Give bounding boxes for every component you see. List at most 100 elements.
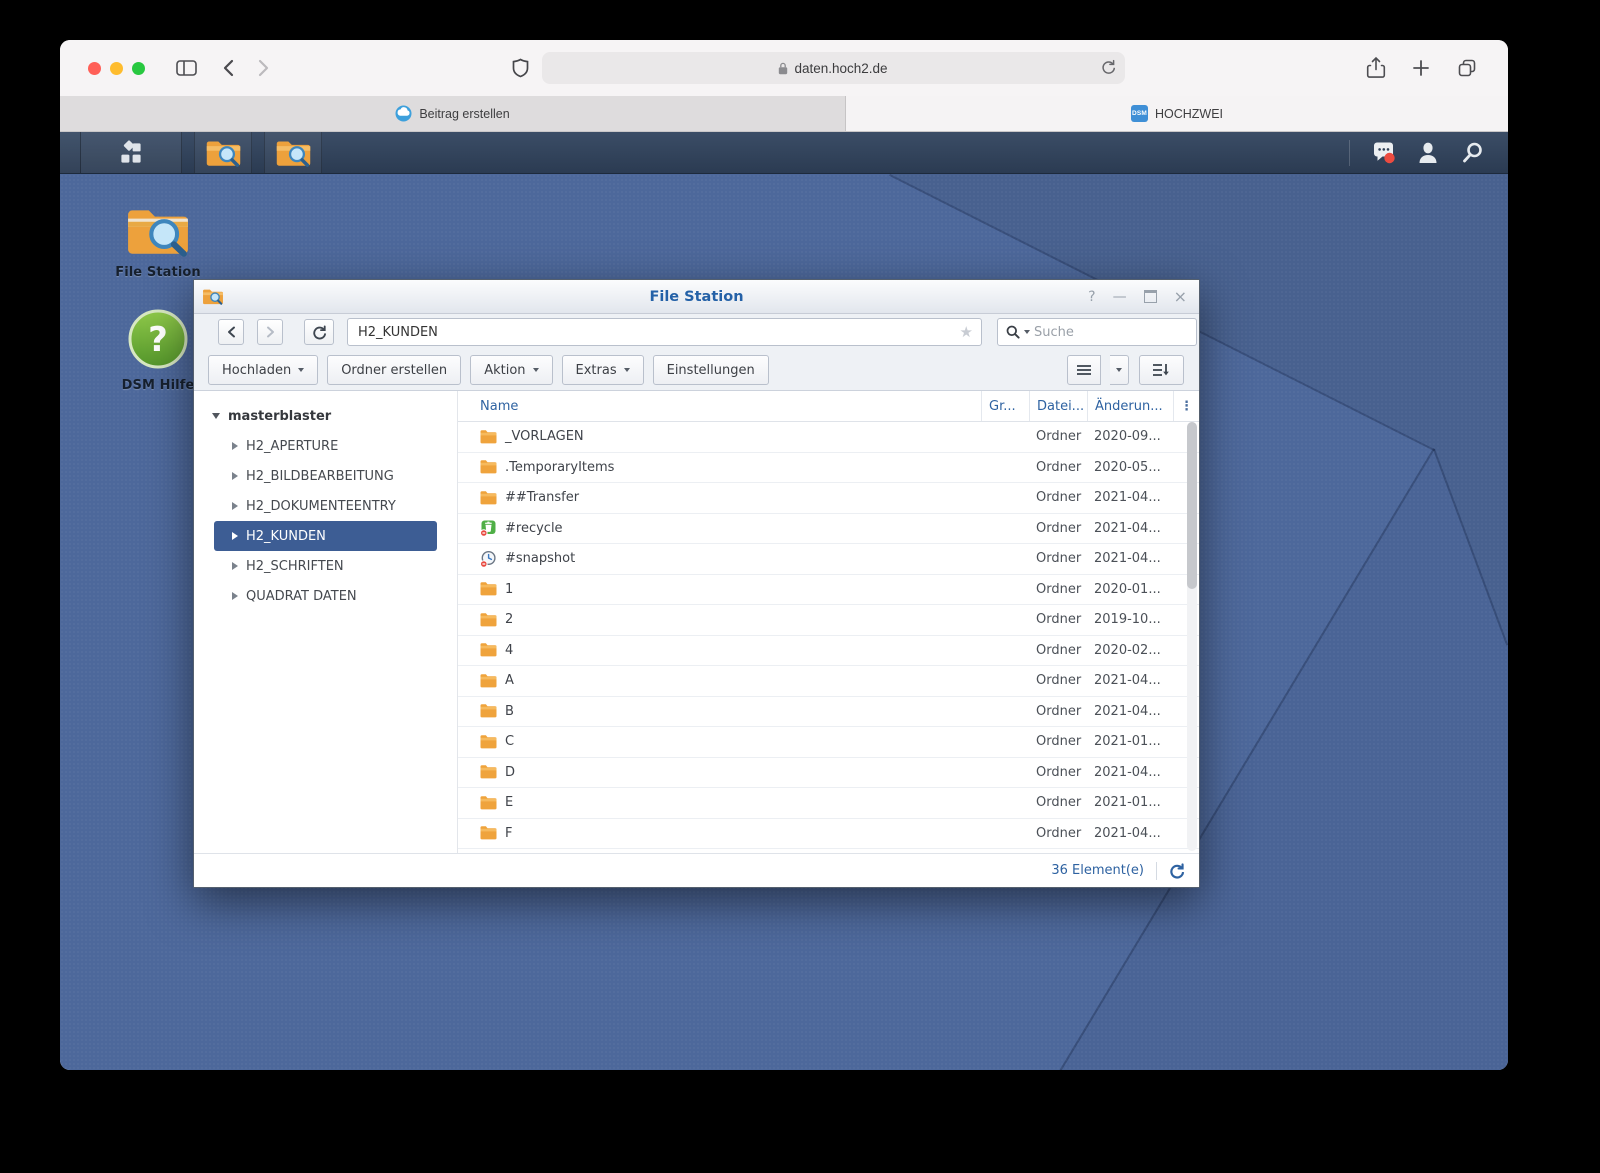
column-header-modified[interactable]: Änderun... — [1087, 391, 1173, 421]
file-type-icon — [480, 520, 497, 536]
navigation-bar: H2_KUNDEN ★ Suche — [194, 314, 1199, 350]
file-name: 1 — [505, 582, 513, 597]
privacy-shield-icon[interactable] — [512, 58, 529, 78]
taskbar-file-station-1[interactable] — [194, 132, 252, 173]
tab-hochzwei[interactable]: DSM HOCHZWEI — [846, 96, 1508, 131]
tree-collapse-icon[interactable] — [212, 413, 220, 419]
action-button[interactable]: Aktion — [470, 355, 552, 385]
close-button[interactable]: × — [1174, 289, 1187, 305]
tree-expand-icon[interactable] — [232, 442, 238, 450]
scrollbar-thumb[interactable] — [1187, 422, 1197, 589]
scrollbar-track[interactable] — [1187, 422, 1197, 851]
upload-button[interactable]: Hochladen — [208, 355, 318, 385]
favorite-star-icon[interactable]: ★ — [960, 323, 973, 341]
search-input[interactable]: Suche — [997, 318, 1197, 346]
file-type: Ordner — [1029, 490, 1087, 505]
tree-item[interactable]: QUADRAT DATEN — [194, 581, 457, 611]
nav-back-button[interactable] — [218, 319, 244, 345]
window-titlebar[interactable]: File Station ? — × — [194, 280, 1199, 314]
tree-expand-icon[interactable] — [232, 472, 238, 480]
nav-refresh-button[interactable] — [304, 319, 334, 345]
sort-button[interactable] — [1139, 355, 1184, 385]
table-row[interactable]: #snapshot Ordner 2021-04... — [458, 544, 1199, 575]
tab-overview-icon[interactable] — [1456, 57, 1478, 79]
desktop-icon-file-station[interactable]: File Station — [103, 204, 213, 280]
tree-item-label: H2_BILDBEARBEITUNG — [246, 469, 394, 484]
nav-forward-button[interactable] — [257, 319, 283, 345]
table-row[interactable]: B Ordner 2021-04... — [458, 697, 1199, 728]
tree-expand-icon[interactable] — [232, 502, 238, 510]
table-row[interactable]: A Ordner 2021-04... — [458, 666, 1199, 697]
file-type: Ordner — [1029, 826, 1087, 841]
file-modified-date: 2021-01... — [1087, 795, 1173, 810]
help-button[interactable]: ? — [1088, 290, 1095, 304]
search-options-caret[interactable] — [1024, 330, 1030, 334]
tree-expand-icon[interactable] — [232, 532, 238, 540]
minimize-button[interactable]: — — [1113, 290, 1127, 304]
reload-icon[interactable] — [1101, 59, 1116, 76]
file-modified-date: 2021-04... — [1087, 704, 1173, 719]
file-modified-date: 2021-04... — [1087, 490, 1173, 505]
tree-expand-icon[interactable] — [232, 592, 238, 600]
table-row[interactable]: _VORLAGEN Ordner 2020-09... — [458, 422, 1199, 453]
table-row[interactable]: E Ordner 2021-01... — [458, 788, 1199, 819]
tree-item[interactable]: H2_BILDBEARBEITUNG — [194, 461, 457, 491]
tree-item-label: H2_KUNDEN — [246, 529, 326, 544]
tree-item[interactable]: H2_SCHRIFTEN — [194, 551, 457, 581]
forward-icon[interactable] — [257, 59, 270, 77]
table-row[interactable]: 4 Ordner 2020-02... — [458, 636, 1199, 667]
file-type-icon — [480, 764, 497, 780]
column-header-type[interactable]: Datei... — [1029, 391, 1087, 421]
taskbar-divider — [1349, 140, 1350, 166]
table-row[interactable]: 2 Ordner 2019-10... — [458, 605, 1199, 636]
create-folder-button[interactable]: Ordner erstellen — [327, 355, 461, 385]
minimize-window-button[interactable] — [110, 62, 123, 75]
file-name: #recycle — [505, 521, 563, 536]
column-header-size[interactable]: Gr... — [981, 391, 1029, 421]
settings-button[interactable]: Einstellungen — [653, 355, 769, 385]
main-menu-button[interactable] — [81, 132, 182, 173]
view-mode-button[interactable] — [1067, 355, 1101, 385]
file-modified-date: 2021-04... — [1087, 826, 1173, 841]
search-button[interactable] — [1452, 132, 1492, 173]
file-station-window: File Station ? — × H — [193, 279, 1200, 888]
tree-root-masterblaster[interactable]: masterblaster — [194, 401, 457, 431]
table-row[interactable]: .TemporaryItems Ordner 2020-05... — [458, 453, 1199, 484]
back-icon[interactable] — [222, 59, 235, 77]
sidebar-toggle-icon[interactable] — [175, 58, 198, 78]
maximize-button[interactable] — [1144, 290, 1157, 303]
share-icon[interactable] — [1366, 56, 1386, 80]
table-row[interactable]: ##Transfer Ordner 2021-04... — [458, 483, 1199, 514]
table-row[interactable]: D Ordner 2021-04... — [458, 758, 1199, 789]
table-row[interactable]: #recycle Ordner 2021-04... — [458, 514, 1199, 545]
refresh-list-button[interactable] — [1169, 863, 1185, 879]
table-row[interactable]: 1 Ordner 2020-01... — [458, 575, 1199, 606]
tree-item[interactable]: H2_DOKUMENTEENTRY — [194, 491, 457, 521]
path-input[interactable]: H2_KUNDEN ★ — [347, 318, 982, 346]
table-row[interactable]: C Ordner 2021-01... — [458, 727, 1199, 758]
column-header-name[interactable]: Name — [458, 391, 981, 421]
file-type-icon — [480, 490, 497, 506]
tab-beitrag-erstellen[interactable]: Beitrag erstellen — [60, 96, 846, 131]
new-tab-icon[interactable] — [1412, 59, 1430, 77]
view-mode-caret[interactable] — [1110, 355, 1129, 385]
user-menu-button[interactable] — [1408, 132, 1448, 173]
address-bar[interactable]: daten.hoch2.de — [542, 52, 1125, 84]
tree-expand-icon[interactable] — [232, 562, 238, 570]
file-name: ##Transfer — [505, 490, 579, 505]
zoom-window-button[interactable] — [132, 62, 145, 75]
file-type-icon — [480, 429, 497, 445]
file-type: Ordner — [1029, 734, 1087, 749]
tree-item[interactable]: H2_KUNDEN — [214, 521, 437, 551]
table-row[interactable]: F Ordner 2021-04... — [458, 819, 1199, 850]
file-type: Ordner — [1029, 643, 1087, 658]
tree-item[interactable]: H2_APERTURE — [194, 431, 457, 461]
close-window-button[interactable] — [88, 62, 101, 75]
file-modified-date: 2021-04... — [1087, 551, 1173, 566]
taskbar-file-station-2[interactable] — [264, 132, 322, 173]
file-name: .TemporaryItems — [505, 460, 614, 475]
file-modified-date: 2020-01... — [1087, 582, 1173, 597]
column-options-icon[interactable]: ⋮ — [1173, 391, 1199, 421]
extras-button[interactable]: Extras — [562, 355, 644, 385]
notifications-button[interactable] — [1364, 132, 1404, 173]
